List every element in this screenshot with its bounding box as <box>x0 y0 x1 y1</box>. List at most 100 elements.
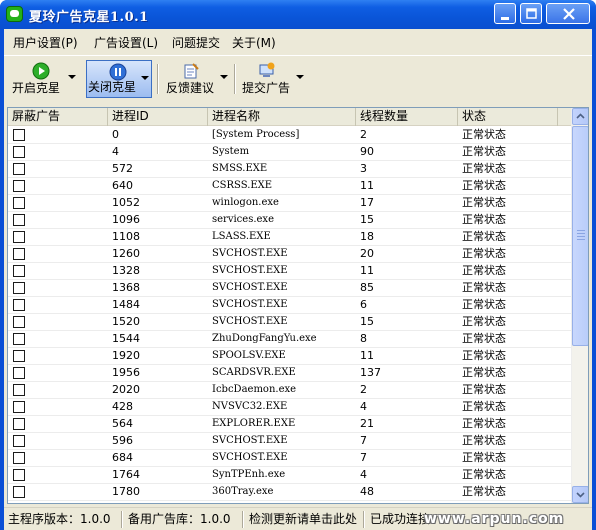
chevron-down-icon <box>576 492 585 498</box>
block-ad-checkbox[interactable] <box>13 265 25 277</box>
thread-count-cell: 2 <box>360 383 367 396</box>
block-ad-checkbox[interactable] <box>13 163 25 175</box>
menu-ad-settings[interactable]: 广告设置(L) <box>94 34 158 51</box>
process-list[interactable]: 屏蔽广告 进程ID 进程名称 线程数量 状态 0 [System Process]… <box>7 107 589 504</box>
process-name-cell: CSRSS.EXE <box>212 180 273 191</box>
maximize-icon <box>526 8 537 19</box>
status-cell: 正常状态 <box>462 349 506 362</box>
minimize-button[interactable] <box>494 3 516 24</box>
block-ad-checkbox[interactable] <box>13 282 25 294</box>
close-button[interactable] <box>546 3 590 24</box>
table-row[interactable]: 1368 SVCHOST.EXE 85 正常状态 <box>8 280 572 297</box>
menu-problem-submit[interactable]: 问题提交 <box>172 34 220 51</box>
process-id-cell: 0 <box>112 128 119 141</box>
block-ad-checkbox[interactable] <box>13 435 25 447</box>
scroll-down-button[interactable] <box>572 486 588 503</box>
table-row[interactable]: 2020 IcbcDaemon.exe 2 正常状态 <box>8 382 572 399</box>
process-id-cell: 428 <box>112 400 133 413</box>
table-row[interactable]: 1920 SPOOLSV.EXE 11 正常状态 <box>8 348 572 365</box>
maximize-button[interactable] <box>520 3 542 24</box>
process-name-cell: [System Process] <box>212 129 300 140</box>
table-row[interactable]: 564 EXPLORER.EXE 21 正常状态 <box>8 416 572 433</box>
toolbar: 开启克星 关闭克星 反馈建议 提交广告 <box>4 55 592 101</box>
table-row[interactable]: 4 System 90 正常状态 <box>8 144 572 161</box>
block-ad-checkbox[interactable] <box>13 367 25 379</box>
thread-count-cell: 11 <box>360 179 374 192</box>
list-header: 屏蔽广告 进程ID 进程名称 线程数量 状态 <box>8 108 572 126</box>
block-ad-checkbox[interactable] <box>13 214 25 226</box>
table-row[interactable]: 1780 360Tray.exe 48 正常状态 <box>8 484 572 501</box>
block-ad-checkbox[interactable] <box>13 299 25 311</box>
process-id-cell: 4 <box>112 145 119 158</box>
column-header-pid[interactable]: 进程ID <box>108 108 208 126</box>
menu-about[interactable]: 关于(M) <box>232 34 276 51</box>
table-row[interactable]: 596 SVCHOST.EXE 7 正常状态 <box>8 433 572 450</box>
menu-user-settings[interactable]: 用户设置(P) <box>13 34 78 51</box>
table-row[interactable]: 1096 services.exe 15 正常状态 <box>8 212 572 229</box>
status-cell: 正常状态 <box>462 400 506 413</box>
table-row[interactable]: 640 CSRSS.EXE 11 正常状态 <box>8 178 572 195</box>
start-button[interactable]: 开启克星 <box>8 60 78 98</box>
table-row[interactable]: 1520 SVCHOST.EXE 15 正常状态 <box>8 314 572 331</box>
block-ad-checkbox[interactable] <box>13 231 25 243</box>
table-row[interactable]: 428 NVSVC32.EXE 4 正常状态 <box>8 399 572 416</box>
block-ad-checkbox[interactable] <box>13 146 25 158</box>
table-row[interactable]: 1956 SCARDSVR.EXE 137 正常状态 <box>8 365 572 382</box>
block-ad-checkbox[interactable] <box>13 350 25 362</box>
start-dropdown-arrow-icon[interactable] <box>68 75 76 79</box>
column-header-block-ad[interactable]: 屏蔽广告 <box>8 108 108 126</box>
submit-ad-button-label: 提交广告 <box>241 81 290 95</box>
block-ad-checkbox[interactable] <box>13 129 25 141</box>
submit-ad-button[interactable]: 提交广告 <box>240 60 306 98</box>
submit-dropdown-arrow-icon[interactable] <box>296 75 304 79</box>
block-ad-checkbox[interactable] <box>13 452 25 464</box>
process-id-cell: 1764 <box>112 468 140 481</box>
status-update-link[interactable]: 检测更新请单击此处 <box>249 511 357 528</box>
table-row[interactable]: 1484 SVCHOST.EXE 6 正常状态 <box>8 297 572 314</box>
status-cell: 正常状态 <box>462 383 506 396</box>
process-name-cell: EXPLORER.EXE <box>212 418 296 429</box>
process-name-cell: SVCHOST.EXE <box>212 299 288 310</box>
toolbar-separator <box>157 64 159 94</box>
process-name-cell: LSASS.EXE <box>212 231 271 242</box>
status-cell: 正常状态 <box>462 298 506 311</box>
block-ad-checkbox[interactable] <box>13 180 25 192</box>
process-id-cell: 596 <box>112 434 133 447</box>
table-row[interactable]: 684 SVCHOST.EXE 7 正常状态 <box>8 450 572 467</box>
scroll-thumb[interactable] <box>572 126 588 346</box>
title-bar[interactable]: 夏玲广告克星1.0.1 <box>0 0 596 29</box>
block-ad-checkbox[interactable] <box>13 316 25 328</box>
vertical-scrollbar[interactable] <box>571 108 588 503</box>
table-row[interactable]: 1108 LSASS.EXE 18 正常状态 <box>8 229 572 246</box>
table-row[interactable]: 1544 ZhuDongFangYu.exe 8 正常状态 <box>8 331 572 348</box>
status-cell: 正常状态 <box>462 417 506 430</box>
feedback-button[interactable]: 反馈建议 <box>164 60 230 98</box>
thread-count-cell: 11 <box>360 349 374 362</box>
block-ad-checkbox[interactable] <box>13 248 25 260</box>
table-row[interactable]: 1052 winlogon.exe 17 正常状态 <box>8 195 572 212</box>
table-row[interactable]: 0 [System Process] 2 正常状态 <box>8 127 572 144</box>
scroll-up-button[interactable] <box>572 108 588 125</box>
table-row[interactable]: 1260 SVCHOST.EXE 20 正常状态 <box>8 246 572 263</box>
block-ad-checkbox[interactable] <box>13 197 25 209</box>
block-ad-checkbox[interactable] <box>13 486 25 498</box>
app-icon <box>6 6 23 22</box>
block-ad-checkbox[interactable] <box>13 469 25 481</box>
stop-button[interactable]: 关闭克星 <box>86 60 152 98</box>
column-header-name[interactable]: 进程名称 <box>208 108 356 126</box>
feedback-dropdown-arrow-icon[interactable] <box>220 75 228 79</box>
table-row[interactable]: 1764 SynTPEnh.exe 4 正常状态 <box>8 467 572 484</box>
table-row[interactable]: 1328 SVCHOST.EXE 11 正常状态 <box>8 263 572 280</box>
table-row[interactable]: 572 SMSS.EXE 3 正常状态 <box>8 161 572 178</box>
thread-count-cell: 21 <box>360 417 374 430</box>
thread-count-cell: 7 <box>360 451 367 464</box>
column-header-status[interactable]: 状态 <box>458 108 558 126</box>
column-header-threads[interactable]: 线程数量 <box>356 108 458 126</box>
block-ad-checkbox[interactable] <box>13 401 25 413</box>
process-name-cell: SVCHOST.EXE <box>212 265 288 276</box>
stop-dropdown-arrow-icon[interactable] <box>141 76 149 80</box>
block-ad-checkbox[interactable] <box>13 418 25 430</box>
block-ad-checkbox[interactable] <box>13 333 25 345</box>
block-ad-checkbox[interactable] <box>13 384 25 396</box>
process-id-cell: 564 <box>112 417 133 430</box>
